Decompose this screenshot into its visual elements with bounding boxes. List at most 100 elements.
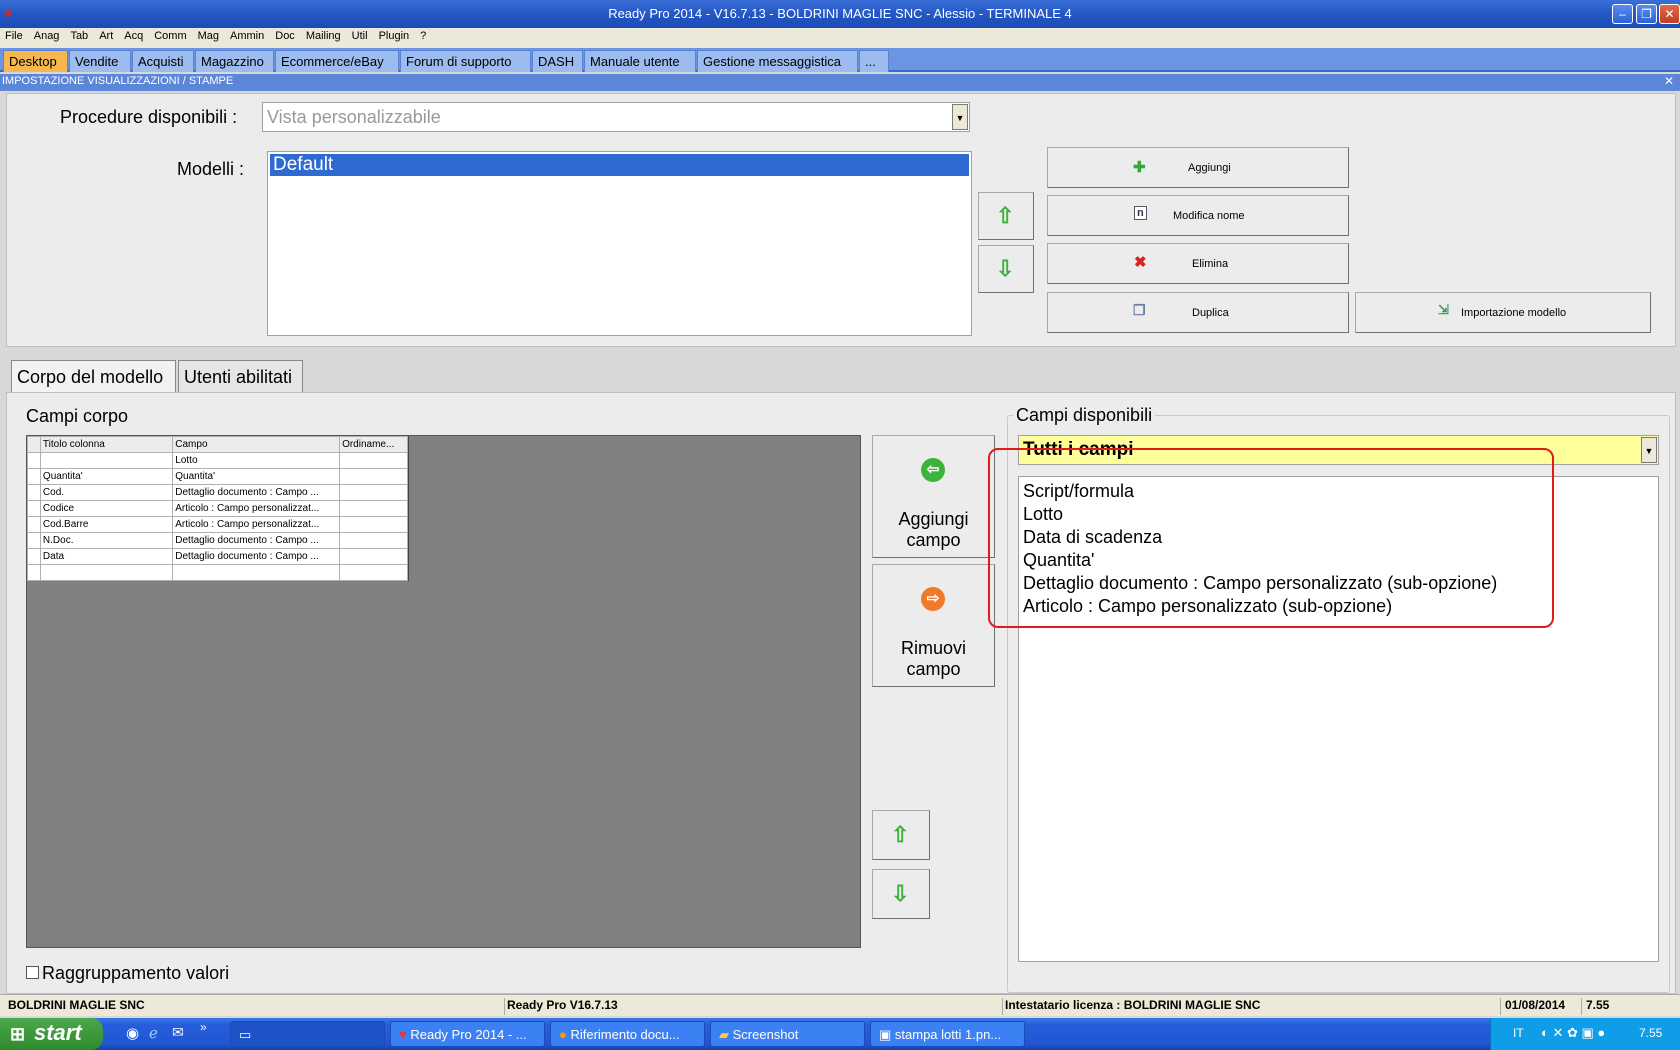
chevron-down-icon[interactable]: ▼ [952, 104, 968, 130]
row-selector[interactable] [27, 548, 41, 565]
tab-ecommerce[interactable]: Ecommerce/eBay [275, 50, 399, 72]
column-header-titolo[interactable]: Titolo colonna [39, 436, 174, 453]
column-header-campo[interactable]: Campo [172, 436, 341, 453]
row-selector[interactable] [27, 468, 41, 485]
cell-campo[interactable]: Dettaglio documento : Campo ... [172, 548, 341, 565]
close-button[interactable]: ✕ [1659, 4, 1680, 24]
tab-forum[interactable]: Forum di supporto [400, 50, 531, 72]
quicklaunch-icon[interactable]: ◉ [126, 1024, 139, 1042]
tab-more[interactable]: ... [859, 50, 889, 72]
restore-button[interactable]: ❐ [1636, 4, 1657, 24]
taskbar-item-screenshot[interactable]: ▰ Screenshot [710, 1021, 865, 1047]
cell-titolo[interactable]: Cod.Barre [39, 516, 174, 533]
tab-magazzino[interactable]: Magazzino [195, 50, 274, 72]
cell-titolo[interactable]: Data [39, 548, 174, 565]
modifica-nome-button[interactable]: n Modifica nome [1047, 195, 1349, 236]
table-row[interactable]: N.Doc. Dettaglio documento : Campo ... [27, 532, 408, 549]
aggiungi-button[interactable]: ✚ Aggiungi [1047, 147, 1349, 188]
row-selector[interactable] [27, 452, 41, 469]
cell-campo[interactable]: Articolo : Campo personalizzat... [172, 500, 341, 517]
tab-utenti-abilitati[interactable]: Utenti abilitati [178, 360, 303, 392]
menu-art[interactable]: Art [94, 28, 119, 42]
table-row[interactable]: Cod.Barre Articolo : Campo personalizzat.… [27, 516, 408, 533]
minimize-button[interactable]: – [1612, 4, 1633, 24]
cell-campo[interactable]: Lotto [172, 452, 341, 469]
table-row[interactable]: Codice Articolo : Campo personalizzat... [27, 500, 408, 517]
row-selector[interactable] [27, 516, 41, 533]
menu-mag[interactable]: Mag [193, 28, 225, 42]
cell-campo[interactable]: Quantita' [172, 468, 341, 485]
table-row[interactable]: Quantita' Quantita' [27, 468, 408, 485]
menu-doc[interactable]: Doc [270, 28, 301, 42]
cell-titolo[interactable] [39, 564, 174, 581]
table-row[interactable]: Data Dettaglio documento : Campo ... [27, 548, 408, 565]
campi-corpo-grid-area[interactable]: Titolo colonna Campo Ordiname... Lotto Q… [26, 435, 861, 948]
modelli-list[interactable]: Default [267, 151, 972, 336]
cell-ordinamento[interactable] [339, 516, 408, 533]
cell-titolo[interactable]: Cod. [39, 484, 174, 501]
move-up-field-button[interactable]: ⇧ [872, 810, 930, 860]
raggruppamento-checkbox[interactable] [26, 966, 39, 979]
cell-ordinamento[interactable] [339, 468, 408, 485]
mail-icon[interactable]: ✉ [172, 1024, 184, 1041]
row-selector[interactable] [27, 484, 41, 501]
rimuovi-campo-button[interactable]: ⇨ Rimuovi campo [872, 564, 995, 687]
table-row[interactable] [27, 564, 408, 581]
menu-comm[interactable]: Comm [149, 28, 192, 42]
tab-manuale[interactable]: Manuale utente [584, 50, 696, 72]
modelli-item-default[interactable]: Default [270, 154, 969, 176]
row-selector[interactable] [27, 564, 41, 581]
table-row[interactable]: Lotto [27, 452, 408, 469]
menu-ammin[interactable]: Ammin [225, 28, 270, 42]
cell-titolo[interactable] [39, 452, 174, 469]
cell-titolo[interactable]: Codice [39, 500, 174, 517]
taskbar-item-blank[interactable]: ▭ [230, 1021, 385, 1047]
aggiungi-campo-button[interactable]: ⇦ Aggiungi campo [872, 435, 995, 558]
taskbar-item-readypro[interactable]: ♥ Ready Pro 2014 - ... [390, 1021, 545, 1047]
importazione-modello-button[interactable]: ⇲ Importazione modello [1355, 292, 1651, 333]
cell-ordinamento[interactable] [339, 564, 408, 581]
cell-titolo[interactable]: N.Doc. [39, 532, 174, 549]
language-indicator[interactable]: IT [1513, 1026, 1524, 1040]
menu-tab[interactable]: Tab [65, 28, 94, 42]
cell-ordinamento[interactable] [339, 500, 408, 517]
row-selector[interactable] [27, 500, 41, 517]
cell-ordinamento[interactable] [339, 484, 408, 501]
tab-desktop[interactable]: Desktop [3, 50, 68, 72]
table-row[interactable]: Cod. Dettaglio documento : Campo ... [27, 484, 408, 501]
menu-util[interactable]: Util [347, 28, 374, 42]
cell-campo[interactable]: Dettaglio documento : Campo ... [172, 484, 341, 501]
tab-vendite[interactable]: Vendite [69, 50, 131, 72]
move-down-model-button[interactable]: ⇩ [978, 245, 1034, 293]
menu-acq[interactable]: Acq [119, 28, 149, 42]
column-header-ordinamento[interactable]: Ordiname... [339, 436, 408, 453]
move-up-model-button[interactable]: ⇧ [978, 192, 1034, 240]
cell-campo[interactable] [172, 564, 341, 581]
tab-messaggistica[interactable]: Gestione messaggistica [697, 50, 858, 72]
start-button[interactable]: ⊞ start [0, 1018, 103, 1050]
taskbar-item-stampa[interactable]: ▣ stampa lotti 1.pn... [870, 1021, 1025, 1047]
duplica-button[interactable]: ❐ Duplica [1047, 292, 1349, 333]
menu-file[interactable]: File [0, 28, 29, 42]
menu-plugin[interactable]: Plugin [374, 28, 416, 42]
cell-ordinamento[interactable] [339, 452, 408, 469]
tab-acquisti[interactable]: Acquisti [132, 50, 194, 72]
elimina-button[interactable]: ✖ Elimina [1047, 243, 1349, 284]
chevron-down-icon[interactable]: ▼ [1641, 437, 1657, 463]
chevron-right-icon[interactable]: » [200, 1020, 207, 1034]
tray-icons[interactable]: ◐ ✕ ✿ ▣ ● [1541, 1025, 1605, 1041]
menu-anag[interactable]: Anag [29, 28, 66, 42]
tab-corpo-modello[interactable]: Corpo del modello [11, 360, 176, 392]
browser-icon[interactable]: ℯ [149, 1024, 158, 1042]
menu-mailing[interactable]: Mailing [301, 28, 347, 42]
panel-close-icon[interactable]: ✕ [1664, 74, 1674, 88]
tab-dash[interactable]: DASH [532, 50, 583, 72]
cell-campo[interactable]: Dettaglio documento : Campo ... [172, 532, 341, 549]
row-selector[interactable] [27, 532, 41, 549]
cell-ordinamento[interactable] [339, 548, 408, 565]
procedure-select[interactable]: Vista personalizzabile ▼ [262, 102, 970, 132]
cell-titolo[interactable]: Quantita' [39, 468, 174, 485]
cell-ordinamento[interactable] [339, 532, 408, 549]
menu-help[interactable]: ? [415, 28, 432, 42]
cell-campo[interactable]: Articolo : Campo personalizzat... [172, 516, 341, 533]
